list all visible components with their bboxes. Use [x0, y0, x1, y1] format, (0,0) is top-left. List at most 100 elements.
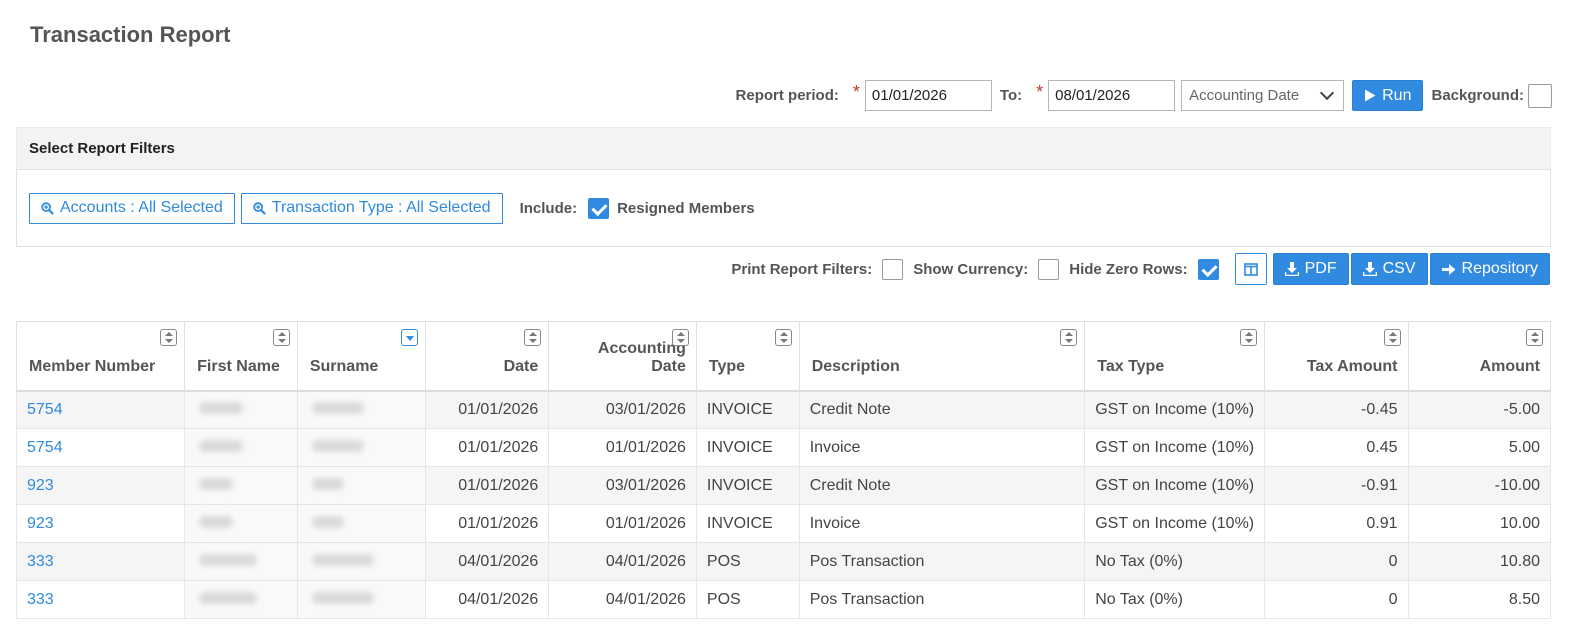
accounting-date-cell: 03/01/2026 — [548, 466, 697, 505]
background-checkbox[interactable] — [1528, 83, 1552, 108]
type-cell: INVOICE — [695, 428, 800, 467]
accounting-date-cell: 04/01/2026 — [548, 542, 697, 581]
description-cell: Pos Transaction — [798, 580, 1086, 619]
surname-cell-redacted — [296, 504, 426, 543]
resigned-members-label: Resigned Members — [617, 199, 755, 217]
from-date-input[interactable] — [864, 80, 992, 111]
column-header-amount[interactable]: Amount — [1407, 321, 1552, 392]
member-number-cell: 333 — [15, 580, 186, 619]
amount-cell: 10.80 — [1407, 542, 1552, 581]
to-label: To: — [999, 87, 1023, 104]
sort-icon[interactable] — [272, 329, 290, 346]
arrow-right-icon — [1441, 263, 1456, 275]
column-header-accounting-date[interactable]: Accounting Date — [548, 321, 697, 392]
chevron-down-icon — [1320, 85, 1335, 100]
accounting-date-cell: 01/01/2026 — [548, 428, 697, 467]
amount-cell: -5.00 — [1407, 390, 1552, 429]
description-cell: Pos Transaction — [798, 542, 1086, 581]
column-header-description[interactable]: Description — [798, 321, 1086, 392]
resigned-members-checkbox[interactable] — [588, 197, 610, 219]
date-cell: 01/01/2026 — [424, 428, 550, 467]
filters-header: Select Report Filters — [16, 127, 1551, 170]
member-link[interactable]: 333 — [27, 591, 54, 608]
transaction-type-filter-button[interactable]: Transaction Type : All Selected — [240, 192, 503, 224]
column-header-date[interactable]: Date — [424, 321, 550, 392]
accounting-date-cell: 03/01/2026 — [548, 390, 697, 429]
first-name-cell-redacted — [184, 466, 298, 505]
sort-icon[interactable] — [524, 329, 542, 346]
table-row: 923 01/01/2026 01/01/2026 INVOICE Invoic… — [15, 504, 1552, 543]
amount-cell: -10.00 — [1407, 466, 1552, 505]
date-type-value: Accounting Date — [1189, 87, 1300, 104]
amount-cell: 10.00 — [1407, 504, 1552, 543]
sort-icon[interactable] — [671, 329, 689, 346]
member-link[interactable]: 333 — [27, 553, 54, 570]
surname-cell-redacted — [296, 428, 426, 467]
column-header-member-number[interactable]: Member Number — [15, 321, 186, 392]
page-title: Transaction Report — [30, 22, 231, 47]
report-options-bar: Print Report Filters: Show Currency: Hid… — [731, 253, 1550, 285]
tax-type-cell: GST on Income (10%) — [1084, 504, 1266, 543]
run-label: Run — [1382, 86, 1412, 104]
amount-cell: 8.50 — [1407, 580, 1552, 619]
column-header-first-name[interactable]: First Name — [184, 321, 298, 392]
to-date-input[interactable] — [1048, 80, 1176, 111]
first-name-cell-redacted — [184, 428, 298, 467]
play-icon — [1365, 89, 1376, 102]
description-cell: Invoice — [798, 428, 1086, 467]
member-number-cell: 923 — [15, 466, 186, 505]
column-header-type[interactable]: Type — [695, 321, 800, 392]
pdf-label: PDF — [1304, 260, 1337, 277]
column-header-surname[interactable]: Surname — [296, 321, 426, 392]
surname-cell-redacted — [296, 542, 426, 581]
run-button[interactable]: Run — [1352, 80, 1424, 111]
description-cell: Credit Note — [798, 390, 1086, 429]
member-link[interactable]: 923 — [27, 515, 54, 532]
repository-button[interactable]: Repository — [1429, 253, 1550, 285]
type-cell: INVOICE — [695, 504, 800, 543]
sort-descending-icon[interactable] — [400, 329, 418, 346]
sort-icon[interactable] — [1060, 329, 1078, 346]
sort-icon[interactable] — [1240, 329, 1258, 346]
table-row: 923 01/01/2026 03/01/2026 INVOICE Credit… — [15, 466, 1552, 505]
sort-icon[interactable] — [774, 329, 792, 346]
tax-amount-cell: 0 — [1264, 542, 1409, 581]
first-name-cell-redacted — [184, 390, 298, 429]
accounting-date-cell: 01/01/2026 — [548, 504, 697, 543]
pdf-button[interactable]: PDF — [1272, 253, 1349, 285]
type-cell: INVOICE — [695, 390, 800, 429]
transaction-type-filter-label: Transaction Type : All Selected — [271, 199, 491, 216]
tax-amount-cell: 0.91 — [1264, 504, 1409, 543]
hide-zero-rows-checkbox[interactable] — [1197, 258, 1219, 280]
surname-cell-redacted — [296, 390, 426, 429]
print-filters-checkbox[interactable] — [882, 258, 904, 280]
zoom-in-icon — [253, 201, 266, 215]
member-number-cell: 923 — [15, 504, 186, 543]
date-type-select[interactable]: Accounting Date — [1181, 80, 1345, 111]
csv-label: CSV — [1382, 260, 1416, 277]
csv-button[interactable]: CSV — [1350, 253, 1428, 285]
tax-amount-cell: -0.45 — [1264, 390, 1409, 429]
sort-icon[interactable] — [160, 329, 178, 346]
tax-type-cell: GST on Income (10%) — [1084, 428, 1266, 467]
table-header-row: Member Number First Name Surname Date Ac… — [15, 321, 1552, 392]
description-cell: Invoice — [798, 504, 1086, 543]
columns-button[interactable] — [1234, 253, 1267, 285]
surname-cell-redacted — [296, 580, 426, 619]
accounts-filter-button[interactable]: Accounts : All Selected — [29, 192, 235, 224]
tax-type-cell: GST on Income (10%) — [1084, 466, 1266, 505]
date-cell: 01/01/2026 — [424, 466, 550, 505]
member-link[interactable]: 5754 — [27, 439, 63, 456]
sort-icon[interactable] — [1383, 329, 1401, 346]
required-marker: * — [1036, 82, 1044, 102]
sort-icon[interactable] — [1526, 329, 1543, 346]
member-link[interactable]: 5754 — [27, 401, 63, 418]
member-link[interactable]: 923 — [27, 477, 54, 494]
tax-type-cell: No Tax (0%) — [1084, 580, 1266, 619]
column-header-tax-type[interactable]: Tax Type — [1084, 321, 1266, 392]
show-currency-label: Show Currency: — [913, 260, 1029, 278]
transaction-table: Member Number First Name Surname Date Ac… — [15, 321, 1552, 619]
required-marker: * — [852, 82, 860, 102]
show-currency-checkbox[interactable] — [1038, 258, 1060, 280]
column-header-tax-amount[interactable]: Tax Amount — [1264, 321, 1409, 392]
